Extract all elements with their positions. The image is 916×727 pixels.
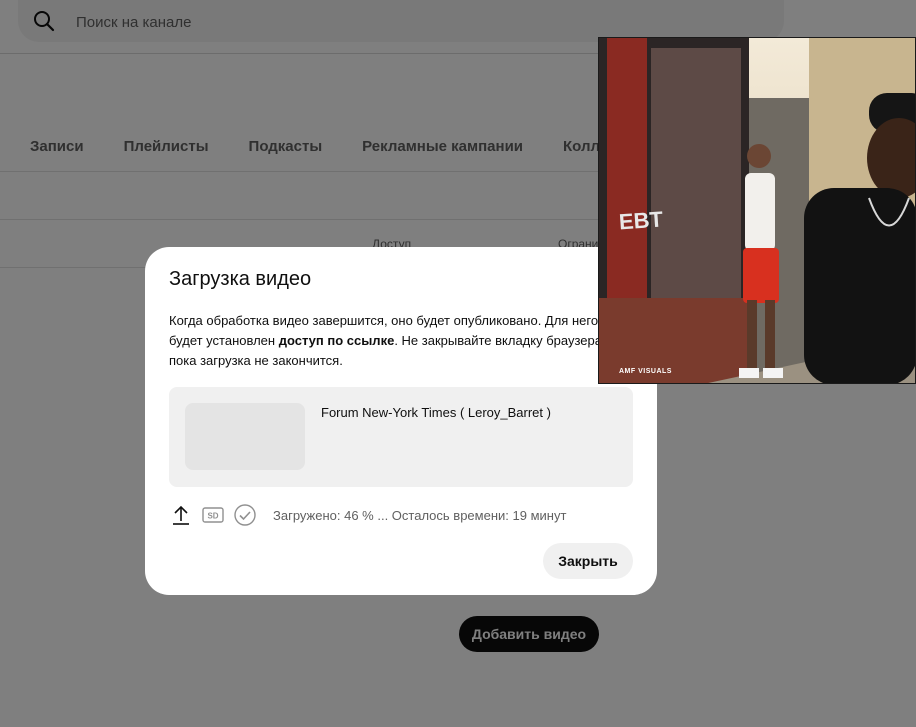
sd-quality-icon: SD: [202, 507, 224, 523]
sd-badge-text: SD: [207, 512, 218, 521]
upload-dialog: Загрузка видео Когда обработка видео зав…: [145, 247, 657, 595]
pip-watermark: AMF VISUALS: [619, 368, 672, 375]
video-card: Forum New-York Times ( Leroy_Barret ): [169, 387, 633, 487]
video-title: Forum New-York Times ( Leroy_Barret ): [321, 405, 551, 420]
check-circle-icon: [234, 504, 256, 526]
dialog-message-access: доступ по ссылке: [278, 333, 395, 348]
close-button[interactable]: Закрыть: [543, 543, 633, 579]
pip-sign-text: EBT: [618, 206, 664, 235]
dialog-title: Загрузка видео: [169, 268, 312, 290]
upload-icon: [173, 505, 189, 525]
dialog-message: Когда обработка видео завершится, оно бу…: [169, 311, 629, 371]
video-thumbnail: [185, 403, 305, 470]
upload-status-text: Загружено: 46 % ... Осталось времени: 19…: [273, 508, 567, 523]
video-preview-overlay[interactable]: EBT AMF VISUALS: [598, 37, 916, 384]
